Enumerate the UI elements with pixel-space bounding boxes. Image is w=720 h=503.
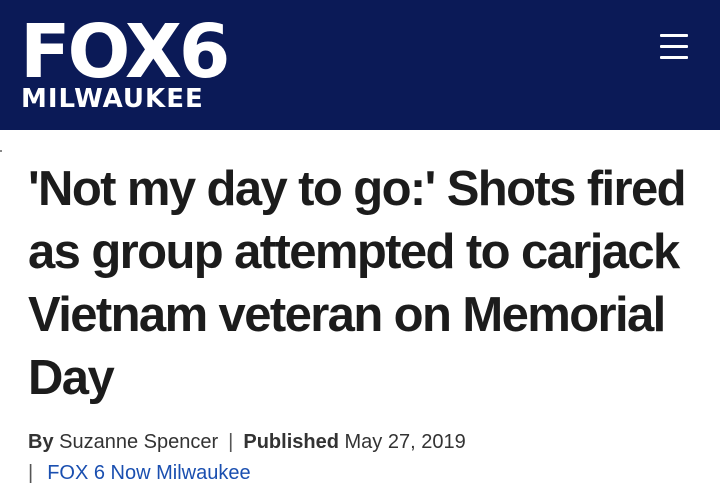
published-label: Published	[243, 431, 339, 453]
logo-wordmark: FOX6	[20, 9, 230, 95]
byline-separator: |	[228, 431, 234, 453]
byline: By Suzanne Spencer | Published May 27, 201…	[28, 427, 708, 457]
article: 'Not my day to go:' Shots fired as group…	[28, 158, 698, 410]
logo-city: MILWAUKEE	[21, 84, 204, 114]
byline-source-row: | FOX 6 Now Milwaukee	[28, 458, 251, 488]
decorative-dot	[0, 150, 2, 152]
menu-line	[660, 34, 688, 37]
menu-line	[660, 45, 688, 48]
byline-separator: |	[28, 462, 34, 484]
author-name[interactable]: Suzanne Spencer	[59, 431, 218, 453]
article-headline: 'Not my day to go:' Shots fired as group…	[28, 162, 687, 405]
menu-line	[660, 56, 688, 59]
fox6-milwaukee-logo[interactable]: FOX6 MILWAUKEE	[20, 14, 230, 114]
hamburger-menu-icon[interactable]	[660, 30, 690, 62]
site-header: FOX6 MILWAUKEE	[0, 0, 720, 130]
by-label: By	[28, 431, 54, 453]
source-link[interactable]: FOX 6 Now Milwaukee	[47, 462, 250, 484]
published-date: May 27, 2019	[344, 431, 466, 453]
